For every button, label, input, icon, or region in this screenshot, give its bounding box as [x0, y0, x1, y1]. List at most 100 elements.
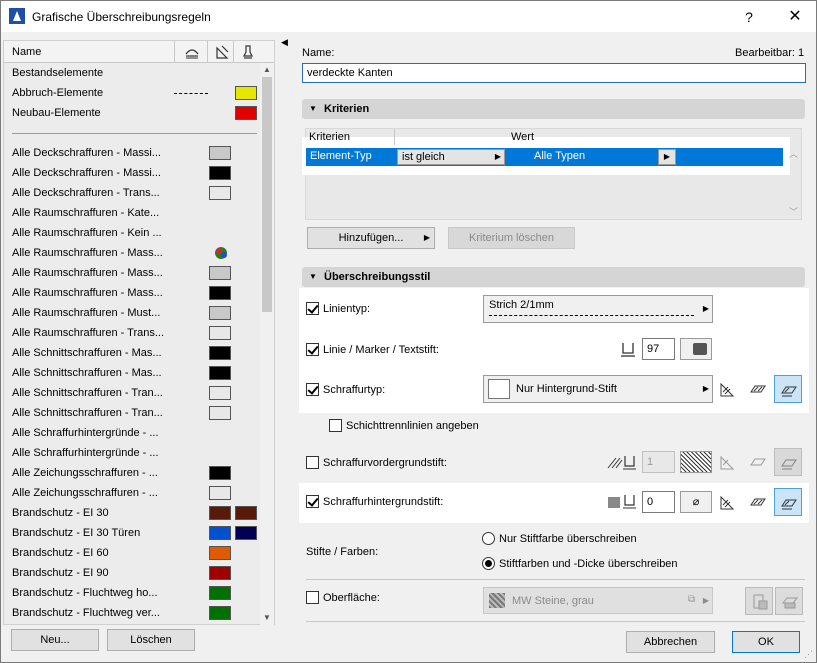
rules-list-scrollbar[interactable]: ▲ ▼ [260, 63, 274, 625]
header-separator [174, 41, 175, 63]
fg-pen-checkbox[interactable] [306, 456, 319, 469]
add-criterion-button[interactable]: Hinzufügen... ▶ [307, 227, 435, 249]
rule-label: Brandschutz - Fluchtweg ver... [12, 607, 160, 619]
cancel-button[interactable]: Abbrechen [626, 631, 715, 653]
list-item[interactable]: Alle Schnittschraffuren - Mas... [4, 363, 259, 383]
fg-pen-swatch[interactable] [680, 451, 712, 473]
list-item[interactable]: Alle Raumschraffuren - Mass... [4, 283, 259, 303]
pen-color-weight-radio[interactable] [482, 557, 495, 570]
list-item[interactable]: Alle Raumschraffuren - Kate... [4, 203, 259, 223]
list-item[interactable]: Alle Schnittschraffuren - Tran... [4, 383, 259, 403]
hatch-cover-button[interactable] [744, 375, 772, 403]
surface-option-button-2[interactable] [775, 587, 803, 615]
scroll-down-icon[interactable]: ▼ [260, 611, 274, 625]
rule-label: Brandschutz - EI 30 Türen [12, 527, 141, 539]
rule-name-input[interactable]: verdeckte Kanten [302, 63, 806, 83]
ok-button[interactable]: OK [732, 631, 800, 653]
list-item[interactable]: Brandschutz - EI 90 [4, 563, 259, 583]
bg-cut-button[interactable] [774, 488, 802, 516]
list-item[interactable]: Brandschutz - Fluchtweg ver... [4, 603, 259, 623]
list-item[interactable]: Alle Schnittschraffuren - Tran... [4, 403, 259, 423]
linetype-column-icon[interactable] [184, 44, 200, 60]
list-item[interactable]: Alle Schnittschraffuren - Mas... [4, 343, 259, 363]
list-item[interactable]: Neubau-Elemente [4, 103, 259, 123]
fg-cover-button[interactable] [744, 448, 772, 476]
delete-rule-button[interactable]: Löschen [107, 629, 195, 651]
new-rule-button[interactable]: Neu... [11, 629, 99, 651]
close-button[interactable]: ✕ [785, 7, 805, 27]
bg-drafting-button[interactable] [714, 488, 742, 516]
pen-icon [621, 343, 635, 357]
surface-dropdown[interactable]: MW Steine, grau ⧉ ▶ [483, 587, 713, 614]
drafting-hatch-icon [720, 382, 735, 397]
bg-pen-transparent-button[interactable]: ⌀ [680, 491, 712, 513]
layer-lines-checkbox[interactable] [329, 419, 342, 432]
list-item[interactable]: Alle Raumschraffuren - Mass... [4, 263, 259, 283]
value-dropdown-button[interactable]: ▶ [658, 149, 676, 165]
surface-cover-icon [753, 594, 768, 610]
criteria-row[interactable]: Element-Typ ist gleich ▶ Alle Typen ▶ [306, 148, 783, 166]
style-section-title: Überschreibungsstil [324, 271, 431, 283]
linetype-checkbox[interactable] [306, 302, 319, 315]
cover-hatch-icon [750, 385, 766, 393]
list-item[interactable]: Alle Raumschraffuren - Kein ... [4, 223, 259, 243]
style-section-header[interactable]: ▼ Überschreibungsstil [302, 267, 805, 287]
surface-option-button-1[interactable] [745, 587, 773, 615]
operator-value: ist gleich [402, 151, 445, 163]
pen-color-only-radio[interactable] [482, 532, 495, 545]
pen-checkbox[interactable] [306, 343, 319, 356]
resize-grip-icon[interactable]: ⋰ [804, 649, 813, 660]
list-item[interactable]: Alle Raumschraffuren - Trans... [4, 323, 259, 343]
surface-checkbox[interactable] [306, 591, 319, 604]
rules-list[interactable]: Bestandselemente Abbruch-Elemente Neubau… [4, 63, 259, 625]
list-item[interactable]: Alle Raumschraffuren - Must... [4, 303, 259, 323]
list-item[interactable]: Brandschutz - EI 30 [4, 503, 259, 523]
hatch-cut-button[interactable] [774, 375, 802, 403]
cut-hatch-icon [781, 499, 797, 510]
scroll-up-icon[interactable]: ▲ [260, 63, 274, 77]
list-item[interactable]: Alle Schraffurhintergründe - ... [4, 443, 259, 463]
hatch-dropdown[interactable]: Nur Hintergrund-Stift ▶ [483, 375, 713, 403]
scrollbar-thumb[interactable] [262, 77, 272, 312]
bg-pen-checkbox[interactable] [306, 495, 319, 508]
list-item[interactable]: Alle Raumschraffuren - Mass... [4, 243, 259, 263]
hatch-column-icon[interactable] [214, 44, 230, 60]
list-item[interactable]: Alle Schraffurhintergründe - ... [4, 423, 259, 443]
column-header-name[interactable]: Name [12, 46, 41, 58]
color-swatch [209, 566, 231, 580]
linetype-dropdown[interactable]: Strich 2/1mm ▶ [483, 295, 713, 323]
help-button[interactable]: ? [739, 7, 759, 27]
rule-label: Alle Schraffurhintergründe - ... [12, 447, 159, 459]
list-item[interactable]: Alle Deckschraffuren - Trans... [4, 183, 259, 203]
hatch-checkbox[interactable] [306, 383, 319, 396]
color-swatch [209, 366, 231, 380]
collapse-left-icon[interactable]: ◀ [281, 37, 288, 48]
list-item[interactable]: Alle Zeichungsschraffuren - ... [4, 483, 259, 503]
delete-criterion-button[interactable]: Kriterium löschen [448, 227, 575, 249]
rule-label: Neubau-Elemente [12, 107, 101, 119]
pen-column-icon[interactable] [240, 44, 256, 60]
pen-number-field[interactable]: 97 [642, 338, 675, 360]
list-item[interactable]: Brandschutz - EI 30 Türen [4, 523, 259, 543]
list-item[interactable]: Alle Deckschraffuren - Massi... [4, 163, 259, 183]
criteria-scroll-up-icon[interactable]: ︿ [789, 147, 798, 160]
list-item[interactable]: Brandschutz - Fluchtweg ho... [4, 583, 259, 603]
fg-drafting-button[interactable] [714, 448, 742, 476]
list-item[interactable]: Brandschutz - EI 60 [4, 543, 259, 563]
list-item[interactable]: Alle Zeichungsschraffuren - ... [4, 463, 259, 483]
bg-pen-icon [608, 495, 636, 509]
bg-cover-button[interactable] [744, 488, 772, 516]
list-item[interactable]: Abbruch-Elemente [4, 83, 259, 103]
criteria-section-header[interactable]: ▼ Kriterien [302, 99, 805, 119]
list-item[interactable]: Alle Deckschraffuren - Massi... [4, 143, 259, 163]
hatch-drafting-button[interactable] [714, 375, 742, 403]
panel-splitter[interactable]: ◀ [281, 33, 289, 663]
list-item[interactable]: Bestandselemente [4, 63, 259, 83]
rule-label: Alle Deckschraffuren - Massi... [12, 167, 161, 179]
fg-pen-number-field[interactable]: 1 [642, 451, 675, 473]
fg-cut-button[interactable] [774, 448, 802, 476]
pen-color-button[interactable] [680, 338, 712, 360]
criteria-scroll-down-icon[interactable]: ﹀ [789, 205, 798, 218]
operator-dropdown[interactable]: ist gleich ▶ [397, 149, 505, 165]
bg-pen-number-field[interactable]: 0 [642, 491, 675, 513]
